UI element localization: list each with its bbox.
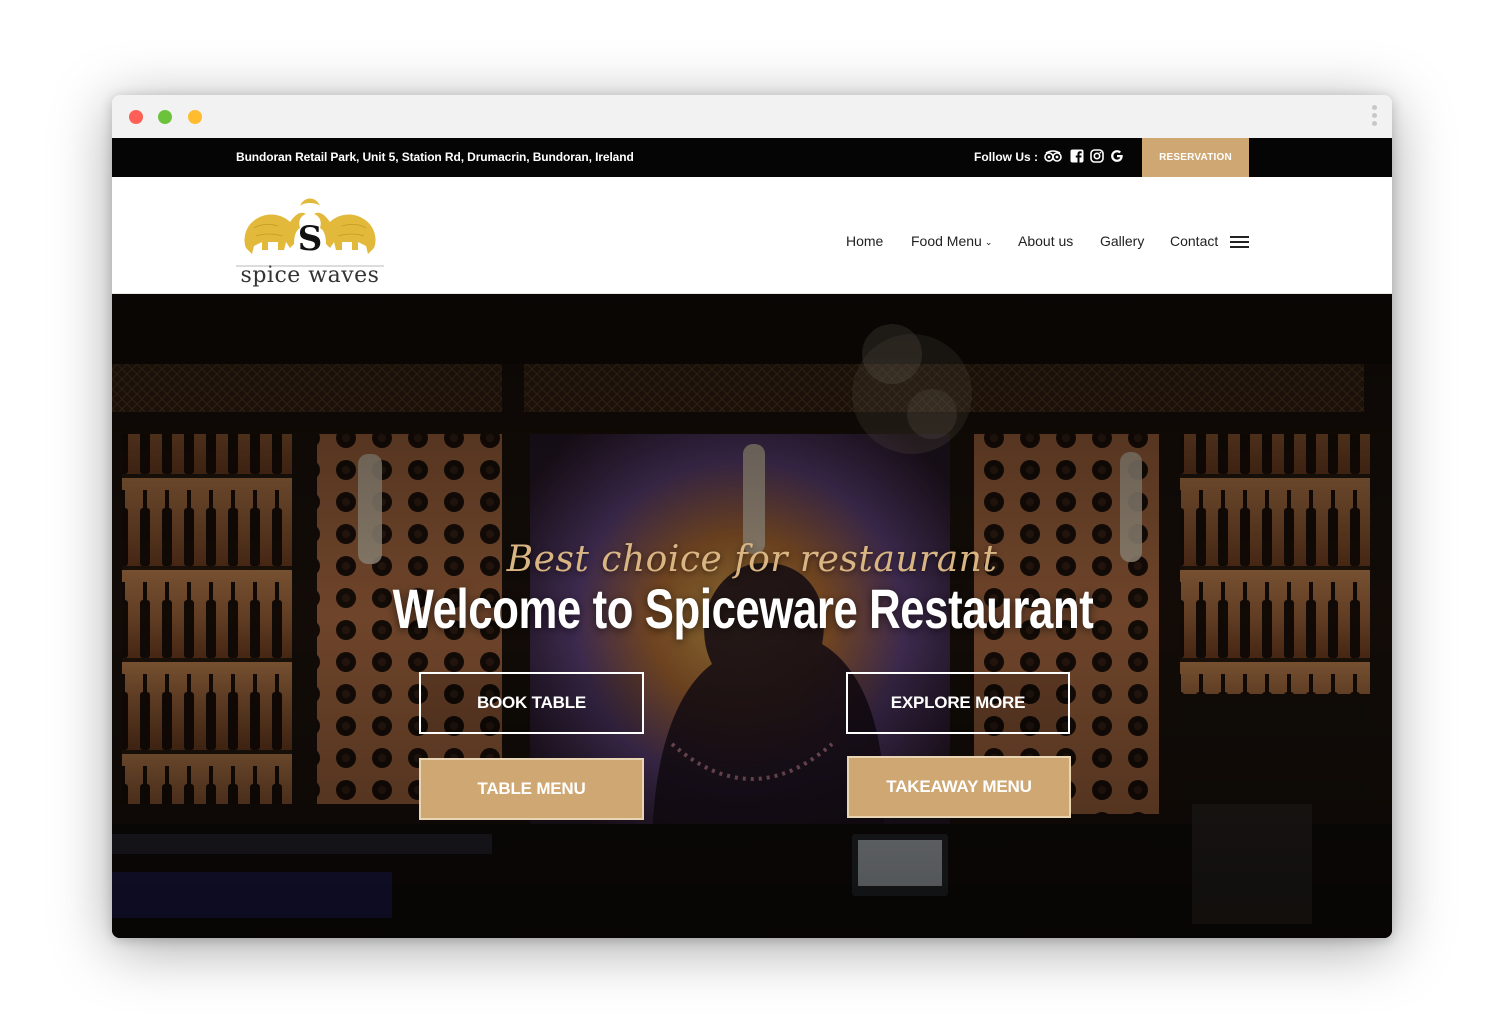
maximize-window-button[interactable]	[188, 110, 202, 124]
minimize-window-button[interactable]	[158, 110, 172, 124]
close-window-button[interactable]	[129, 110, 143, 124]
nav-food-menu-label: Food Menu	[911, 233, 982, 249]
instagram-icon[interactable]	[1090, 149, 1104, 163]
logo-letter: S	[298, 219, 323, 259]
tripadvisor-icon[interactable]	[1044, 149, 1062, 163]
hamburger-menu-icon[interactable]	[1230, 236, 1249, 249]
facebook-icon[interactable]	[1070, 149, 1084, 163]
follow-us-label: Follow Us :	[974, 150, 1038, 164]
reservation-button[interactable]: RESERVATION	[1142, 138, 1249, 177]
nav-food-menu[interactable]: Food Menu ⌄	[911, 233, 992, 249]
browser-window: Bundoran Retail Park, Unit 5, Station Rd…	[112, 95, 1392, 938]
hero-headline: Welcome to Spiceware Restaurant	[392, 577, 1094, 640]
nav-gallery[interactable]: Gallery	[1100, 233, 1144, 249]
nav-contact[interactable]: Contact	[1170, 233, 1218, 249]
main-navbar: S spice waves Home Food Menu ⌄ About us G…	[112, 177, 1392, 294]
more-options-icon[interactable]	[1372, 105, 1378, 129]
window-titlebar	[112, 95, 1392, 138]
nav-about-us[interactable]: About us	[1018, 233, 1073, 249]
chevron-down-icon: ⌄	[984, 237, 993, 247]
takeaway-menu-button[interactable]: TAKEAWAY MENU	[847, 756, 1071, 818]
hero-banner: Best choice for restaurant Welcome to Sp…	[112, 294, 1392, 938]
logo-wordmark: spice waves	[241, 263, 380, 288]
address-text: Bundoran Retail Park, Unit 5, Station Rd…	[236, 150, 634, 164]
google-icon[interactable]	[1110, 149, 1124, 163]
explore-more-button[interactable]: EXPLORE MORE	[846, 672, 1070, 734]
table-menu-button[interactable]: TABLE MENU	[419, 758, 644, 820]
nav-home[interactable]: Home	[846, 233, 883, 249]
hero-tagline: Best choice for restaurant	[506, 539, 998, 580]
book-table-button[interactable]: BOOK TABLE	[419, 672, 644, 734]
spice-waves-logo[interactable]: S spice waves	[234, 192, 386, 290]
